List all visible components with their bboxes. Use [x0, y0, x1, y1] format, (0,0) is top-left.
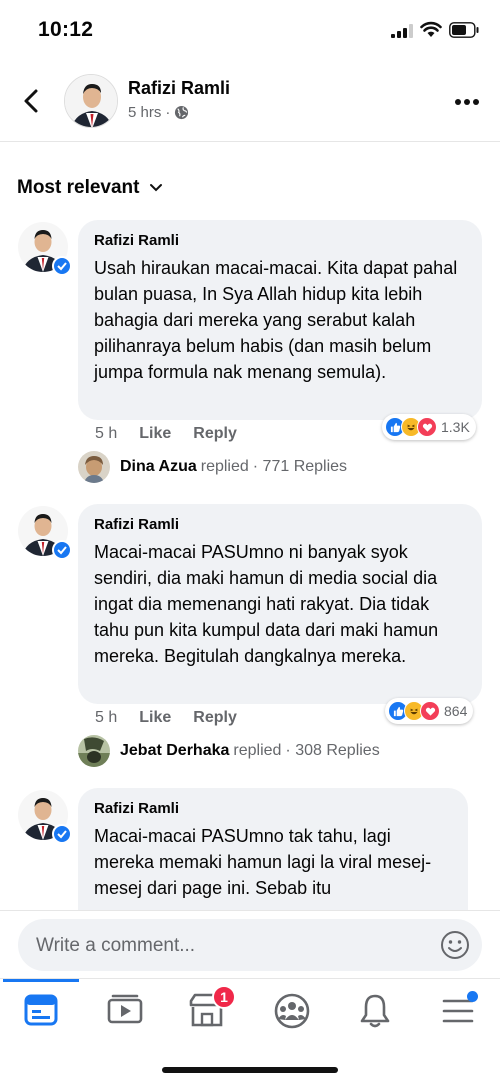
comment-bubble[interactable]: Rafizi Ramli Macai-macai PASUmno tak tah…	[78, 788, 468, 910]
love-reaction-icon	[417, 417, 437, 437]
comment-bubble[interactable]: Rafizi Ramli Usah hiraukan macai-macai. …	[78, 220, 482, 420]
news-feed-tab-icon[interactable]	[21, 993, 61, 1029]
reply-button[interactable]: Reply	[193, 425, 237, 443]
comment-time: 5 h	[95, 709, 118, 726]
comment-composer: Write a comment...	[0, 910, 500, 978]
notification-badge: 1	[212, 985, 236, 1009]
emoji-icon[interactable]	[440, 930, 470, 960]
author-name[interactable]: Rafizi Ramli	[128, 78, 230, 99]
like-button[interactable]: Like	[139, 425, 171, 443]
reply-verb: replied	[233, 742, 282, 759]
battery-icon	[449, 22, 479, 38]
post-meta: 5 hrs ·	[128, 104, 189, 121]
comment-author[interactable]: Rafizi Ramli	[94, 800, 452, 817]
reply-button[interactable]: Reply	[193, 709, 237, 727]
post-header: Rafizi Ramli 5 hrs ·	[0, 60, 500, 142]
verified-badge-icon	[52, 256, 72, 276]
verified-badge-icon	[52, 540, 72, 560]
active-tab-indicator	[3, 979, 79, 982]
view-replies-link[interactable]: Jebat Derhaka replied · 308 Replies	[78, 735, 380, 767]
comment-text: Macai-macai PASUmno tak tahu, lagi merek…	[94, 826, 432, 898]
comment-text: Macai-macai PASUmno ni banyak syok sendi…	[94, 542, 439, 666]
home-indicator	[162, 1067, 338, 1073]
reply-author-name: Jebat Derhaka	[120, 742, 230, 759]
reply-count: · 771 Replies	[252, 458, 348, 475]
cellular-signal-icon	[391, 24, 413, 38]
comment-time: 5 h	[95, 425, 118, 442]
reply-author-name: Dina Azua	[120, 458, 197, 475]
meta-separator: ·	[165, 104, 171, 121]
author-avatar[interactable]	[64, 74, 118, 128]
comment-item: Rafizi Ramli Macai-macai PASUmno tak tah…	[0, 788, 500, 910]
status-time: 10:12	[38, 18, 94, 41]
back-arrow-icon[interactable]	[20, 88, 42, 114]
comment-text: Usah hiraukan macai-macai. Kita dapat pa…	[94, 258, 458, 382]
reaction-count: 1.3K	[441, 419, 470, 435]
reaction-count: 864	[444, 703, 468, 719]
wifi-icon	[420, 21, 442, 37]
reaction-summary[interactable]: 1.3K	[382, 414, 476, 440]
love-reaction-icon	[420, 701, 440, 721]
filter-label: Most relevant	[17, 177, 140, 198]
more-options-icon[interactable]	[454, 98, 480, 106]
bottom-tab-bar: 1	[0, 978, 500, 1083]
comment-input[interactable]: Write a comment...	[18, 919, 482, 971]
reply-verb: replied	[200, 458, 249, 475]
menu-update-dot	[467, 991, 478, 1002]
reply-author-avatar	[78, 451, 110, 483]
comment-actions: 5 h Like Reply	[95, 425, 237, 443]
status-bar: 10:12	[0, 0, 500, 60]
post-time[interactable]: 5 hrs	[128, 104, 161, 121]
verified-badge-icon	[52, 824, 72, 844]
watch-tab-icon[interactable]	[105, 993, 145, 1029]
reaction-summary[interactable]: 864	[385, 698, 474, 724]
comment-author[interactable]: Rafizi Ramli	[94, 516, 466, 533]
like-button[interactable]: Like	[139, 709, 171, 727]
notifications-bell-icon[interactable]	[355, 993, 395, 1029]
comment-bubble[interactable]: Rafizi Ramli Macai-macai PASUmno ni bany…	[78, 504, 482, 704]
comment-filter-dropdown[interactable]: Most relevant	[17, 177, 163, 199]
comment-actions: 5 h Like Reply	[95, 709, 237, 727]
comment-author[interactable]: Rafizi Ramli	[94, 232, 466, 249]
reply-author-avatar	[78, 735, 110, 767]
view-replies-link[interactable]: Dina Azua replied · 771 Replies	[78, 451, 347, 483]
groups-tab-icon[interactable]	[272, 993, 312, 1029]
reply-count: · 308 Replies	[285, 742, 380, 759]
comment-input-placeholder: Write a comment...	[36, 935, 196, 956]
globe-icon	[175, 105, 189, 120]
chevron-down-icon	[150, 184, 163, 192]
